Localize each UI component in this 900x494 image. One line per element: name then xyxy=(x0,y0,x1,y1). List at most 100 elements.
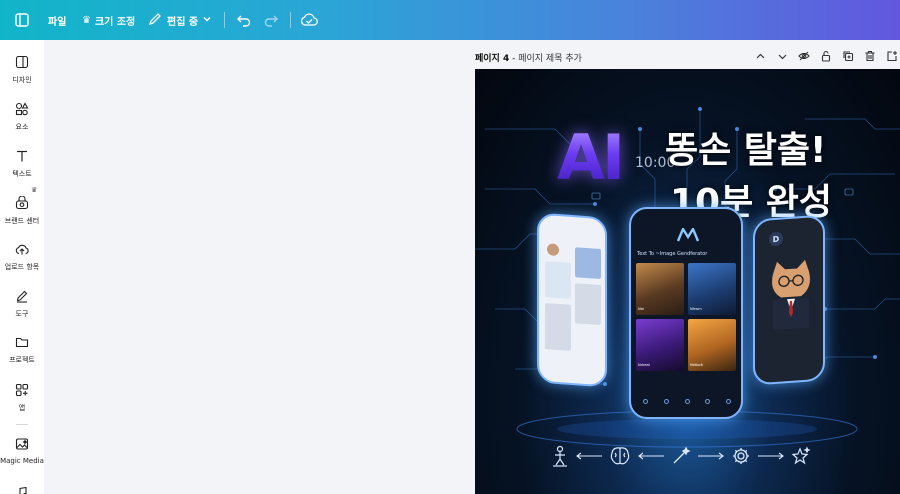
delete-icon[interactable] xyxy=(864,50,876,62)
image-tile[interactable]: Ndreat xyxy=(636,319,684,371)
chevron-down-icon xyxy=(202,14,212,27)
sidebar-item-uploads[interactable]: 업로드 항목 xyxy=(0,241,44,272)
top-toolbar: 파일 ♛ 크기 조정 편집 중 xyxy=(0,0,900,40)
music-icon[interactable] xyxy=(16,483,28,494)
content-card xyxy=(575,247,601,280)
arrow-left-icon xyxy=(575,452,603,460)
magic-wand-icon xyxy=(671,446,691,466)
image-tile[interactable]: Nbtbolt xyxy=(688,319,736,371)
toolbar-divider xyxy=(290,12,291,28)
sparkle-star-icon xyxy=(791,446,811,466)
nav-dot-icon xyxy=(643,399,648,404)
crown-icon: ♛ xyxy=(31,186,38,194)
sidebar-item-label: 텍스트 xyxy=(12,170,32,178)
sidebar-item-label: 업로드 항목 xyxy=(4,263,40,271)
sidebar-item-draw[interactable]: 도구 xyxy=(0,288,44,319)
sidebar-toggle-icon[interactable] xyxy=(14,6,30,34)
redo-icon[interactable] xyxy=(263,6,279,34)
tile-label: Ndreat xyxy=(638,363,650,367)
tile-label: Ntn xyxy=(638,307,645,311)
crown-icon: ♛ xyxy=(82,14,91,26)
sidebar-item-label: 디자인 xyxy=(12,76,32,84)
brand-icon xyxy=(14,195,30,211)
file-menu-label: 파일 xyxy=(48,16,67,28)
toolbar-divider xyxy=(224,12,225,28)
undo-icon[interactable] xyxy=(236,6,252,34)
edit-mode-label: 편집 중 xyxy=(167,16,199,28)
brain-icon xyxy=(609,446,631,466)
sidebar-item-label: 요소 xyxy=(15,123,29,131)
pencil-icon xyxy=(148,12,162,29)
sidebar-item-label: Magic Media xyxy=(0,457,44,465)
phone-nav-bar xyxy=(643,399,731,407)
page-title-separator: - xyxy=(509,53,519,64)
sidebar-item-magic-media[interactable]: Magic Media xyxy=(0,436,44,465)
headline-line-1[interactable]: 똥손 탈출! xyxy=(665,121,826,173)
sidebar-item-label: 브랜드 센터 xyxy=(4,217,40,225)
design-page[interactable]: AI 10:00 똥손 탈출! 10분 완성 Text To ~Image Ge… xyxy=(475,69,900,494)
page-number: 페이지 4 xyxy=(475,53,510,64)
file-menu-button[interactable]: 파일 xyxy=(48,6,66,34)
edit-mode-button[interactable]: 편집 중 xyxy=(148,6,212,34)
tile-label: Nfrwrn xyxy=(690,307,702,311)
ai-logo-text[interactable]: AI xyxy=(557,121,625,194)
add-page-icon[interactable] xyxy=(886,50,898,62)
page-actions xyxy=(754,50,898,62)
phone-center[interactable]: Text To ~Image Gendferator Ntn Nfrwrn Nd… xyxy=(629,207,743,419)
page-title-placeholder: 페이지 제목 추가 xyxy=(518,53,582,64)
upload-icon xyxy=(14,241,30,257)
gear-icon xyxy=(731,446,751,466)
resize-label: 크기 조정 xyxy=(94,16,136,28)
lock-icon[interactable] xyxy=(820,50,832,62)
apps-icon xyxy=(14,382,30,398)
image-tile[interactable]: Ntn xyxy=(636,263,684,315)
design-icon xyxy=(14,54,30,70)
sidebar-item-label: 도구 xyxy=(15,310,29,318)
generator-title: Text To ~Image Gendferator xyxy=(637,251,708,257)
content-card xyxy=(545,303,571,351)
editor-app: 파일 ♛ 크기 조정 편집 중 디자인 요소 텍스트 ♛ 브랜드 센터 업로드 … xyxy=(0,0,900,494)
sidebar-item-elements[interactable]: 요소 xyxy=(0,101,44,132)
nav-dot-icon xyxy=(663,399,669,404)
resize-button[interactable]: ♛ 크기 조정 xyxy=(82,6,135,34)
app-badge-icon: D xyxy=(769,231,783,247)
text-icon xyxy=(14,148,30,164)
sidebar-item-label: 앱 xyxy=(18,404,26,412)
workflow-icons xyxy=(551,441,811,471)
sidebar-divider xyxy=(16,424,28,425)
arrow-left-icon xyxy=(637,452,665,460)
chevron-down-icon[interactable] xyxy=(776,50,788,62)
nav-dot-icon xyxy=(726,399,731,404)
image-tile[interactable]: Nfrwrn xyxy=(688,263,736,315)
content-card xyxy=(575,283,601,326)
app-logo-icon xyxy=(676,226,700,246)
sidebar-item-text[interactable]: 텍스트 xyxy=(0,148,44,179)
elements-icon xyxy=(14,101,30,117)
sidebar-item-brand[interactable]: 브랜드 센터 xyxy=(0,195,44,226)
page-title[interactable]: 페이지 4 - 페이지 제목 추가 xyxy=(475,51,582,64)
folder-icon xyxy=(14,334,30,350)
left-sidebar: 디자인 요소 텍스트 ♛ 브랜드 센터 업로드 항목 도구 프로젝트 앱 Mag… xyxy=(0,40,44,494)
profile-avatar xyxy=(547,243,559,257)
content-card xyxy=(545,261,571,299)
phone-left[interactable] xyxy=(537,212,607,388)
nav-dot-icon xyxy=(684,399,690,404)
draw-icon xyxy=(14,288,30,304)
nav-dot-icon xyxy=(705,399,711,404)
arrow-right-icon xyxy=(757,452,785,460)
arrow-right-icon xyxy=(697,452,725,460)
page-header: 페이지 4 - 페이지 제목 추가 xyxy=(475,48,900,66)
tile-label: Nbtbolt xyxy=(690,363,703,367)
sidebar-item-label: 프로젝트 xyxy=(9,356,35,364)
person-icon xyxy=(551,445,569,467)
chevron-up-icon[interactable] xyxy=(754,50,766,62)
sidebar-item-design[interactable]: 디자인 xyxy=(0,54,44,85)
phone-right[interactable]: D xyxy=(753,214,825,386)
sidebar-item-apps[interactable]: 앱 xyxy=(0,382,44,413)
cat-illustration xyxy=(772,259,810,331)
magic-media-icon xyxy=(14,436,30,452)
sidebar-item-projects[interactable]: 프로젝트 xyxy=(0,334,44,365)
cloud-saved-icon[interactable] xyxy=(300,6,318,34)
hide-page-icon[interactable] xyxy=(798,50,810,62)
duplicate-icon[interactable] xyxy=(842,50,854,62)
